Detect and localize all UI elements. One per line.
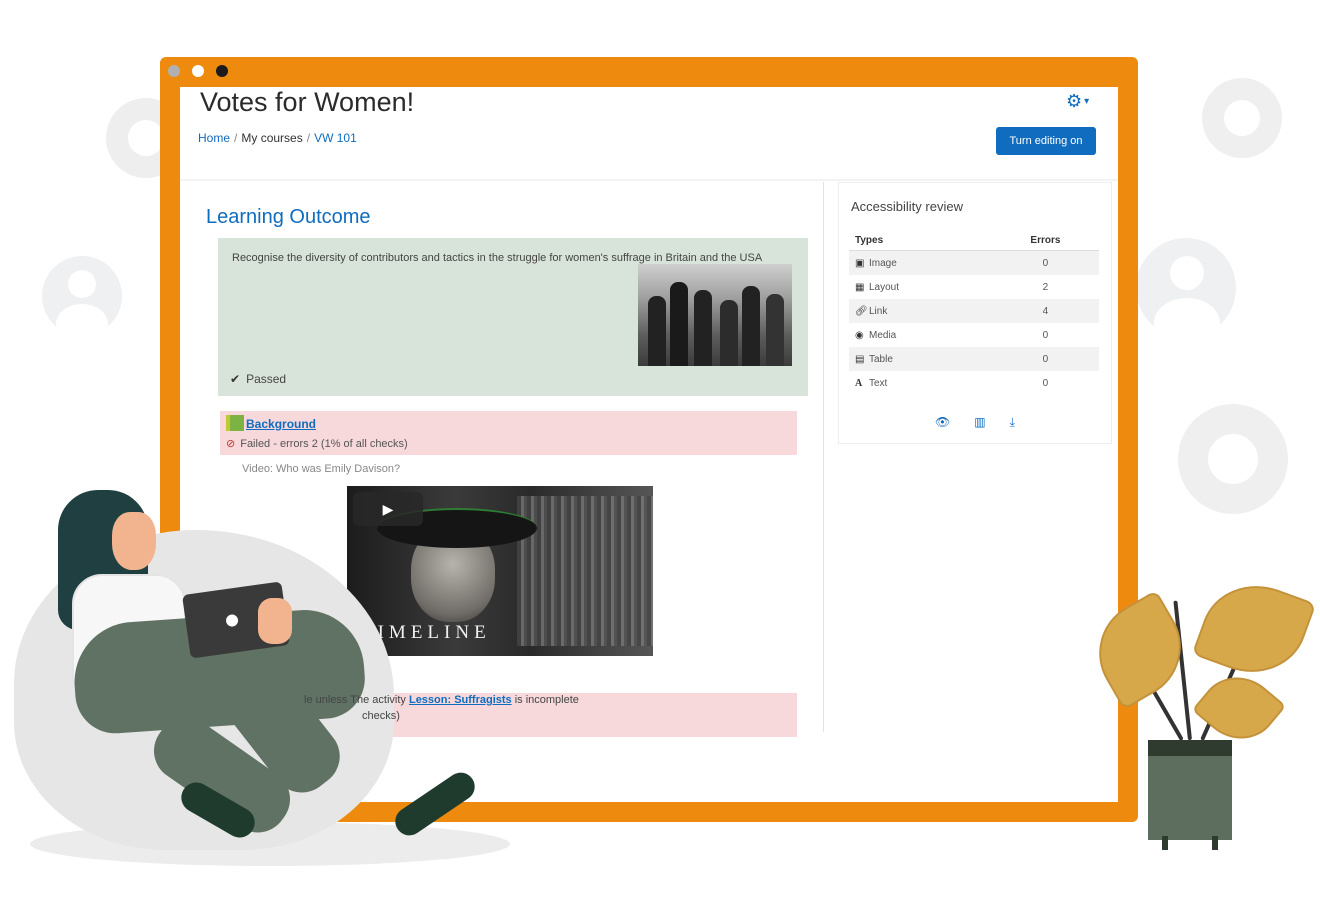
person-hand <box>258 598 292 644</box>
layout-icon: ▦ <box>855 281 865 293</box>
turn-editing-on-button[interactable]: Turn editing on <box>996 127 1096 155</box>
column-header-errors: Errors <box>991 231 1099 251</box>
header-divider <box>180 179 1118 181</box>
report-chart-icon[interactable]: ▥ <box>974 415 985 430</box>
course-settings-menu[interactable]: ⚙ ▾ <box>1066 91 1089 112</box>
table-row[interactable]: ▦ Layout 2 <box>849 275 1099 299</box>
book-icon <box>226 415 244 431</box>
learning-outcome-passed-box: Recognise the diversity of contributors … <box>218 238 808 396</box>
column-divider <box>823 182 824 732</box>
background-avatar-left <box>42 256 122 336</box>
breadcrumb-my-courses[interactable]: My courses <box>241 131 302 145</box>
lesson-suffragists-link[interactable]: Lesson: Suffragists <box>409 694 512 706</box>
failed-icon: ⊘ <box>226 438 236 450</box>
caret-down-icon: ▾ <box>1084 96 1090 107</box>
video-play-button[interactable]: ▶ <box>353 492 423 526</box>
learning-outcome-description: Recognise the diversity of contributors … <box>232 252 763 264</box>
table-row[interactable]: 🔗︎Link 4 <box>849 299 1099 323</box>
accessibility-review-panel: Accessibility review Types Errors ▣ Image… <box>838 182 1112 444</box>
accessibility-review-title: Accessibility review <box>851 199 963 214</box>
passed-label: Passed <box>246 372 287 386</box>
restriction-checked-text: checks) <box>362 710 400 722</box>
window-dot-maximize[interactable] <box>216 65 228 77</box>
failed-status: ⊘ Failed - errors 2 (1% of all checks) <box>226 437 408 450</box>
breadcrumb: Home / My courses / VW 101 <box>198 131 357 145</box>
link-icon: 🔗︎ <box>855 305 868 317</box>
window-dot-close[interactable] <box>168 65 180 77</box>
table-icon: ▤ <box>855 353 865 365</box>
background-gear-right-bottom <box>1178 404 1288 514</box>
column-header-types: Types <box>849 231 992 251</box>
learning-outcome-heading: Learning Outcome <box>206 206 371 228</box>
background-avatar-right <box>1136 238 1236 338</box>
background-gear-right-top <box>1202 78 1282 158</box>
activity-link-background[interactable]: Background <box>246 417 316 431</box>
check-icon: ✔ <box>230 372 241 386</box>
page-header: Votes for Women! Home / My courses / VW 101 … <box>180 87 1118 182</box>
play-icon: ▶ <box>382 500 394 517</box>
accessibility-actions: 👁︎ ▥ ⤓ <box>935 415 1015 430</box>
breadcrumb-home[interactable]: Home <box>198 131 230 145</box>
breadcrumb-course[interactable]: VW 101 <box>314 131 357 145</box>
page-title: Votes for Women! <box>200 87 415 117</box>
download-icon[interactable]: ⤓ <box>1010 415 1015 430</box>
person-face <box>112 512 156 570</box>
image-icon: ▣ <box>855 257 865 269</box>
video-player[interactable]: ▶ TIMELINE <box>347 486 653 656</box>
accessibility-review-table: Types Errors ▣Image 0 ▦Layout 2 🔗︎Link <box>849 231 1099 395</box>
window-controls <box>168 65 228 77</box>
suffragettes-photo[interactable] <box>638 264 792 366</box>
gear-icon: ⚙ <box>1066 91 1083 111</box>
table-row[interactable]: ◉ Media 0 <box>849 323 1099 347</box>
failed-status-text: Failed - errors 2 (1% of all checks) <box>240 438 408 450</box>
media-icon: ◉ <box>855 329 864 341</box>
table-row[interactable]: ▣ Image 0 <box>849 250 1099 275</box>
table-row[interactable]: A Text 0 <box>849 371 1099 395</box>
text-icon: A <box>855 377 863 389</box>
show-heatmap-icon[interactable]: 👁︎ <box>935 415 950 430</box>
activity-failed-box: Background ⊘ Failed - errors 2 (1% of all… <box>220 411 797 455</box>
video-caption: Video: Who was Emily Davison? <box>242 463 401 475</box>
restriction-text: le unless The activity Lesson: Suffragis… <box>304 694 579 706</box>
window-dot-minimize[interactable] <box>192 65 204 77</box>
table-row[interactable]: ▤ Table 0 <box>849 347 1099 371</box>
passed-status: ✔ Passed <box>230 372 286 386</box>
